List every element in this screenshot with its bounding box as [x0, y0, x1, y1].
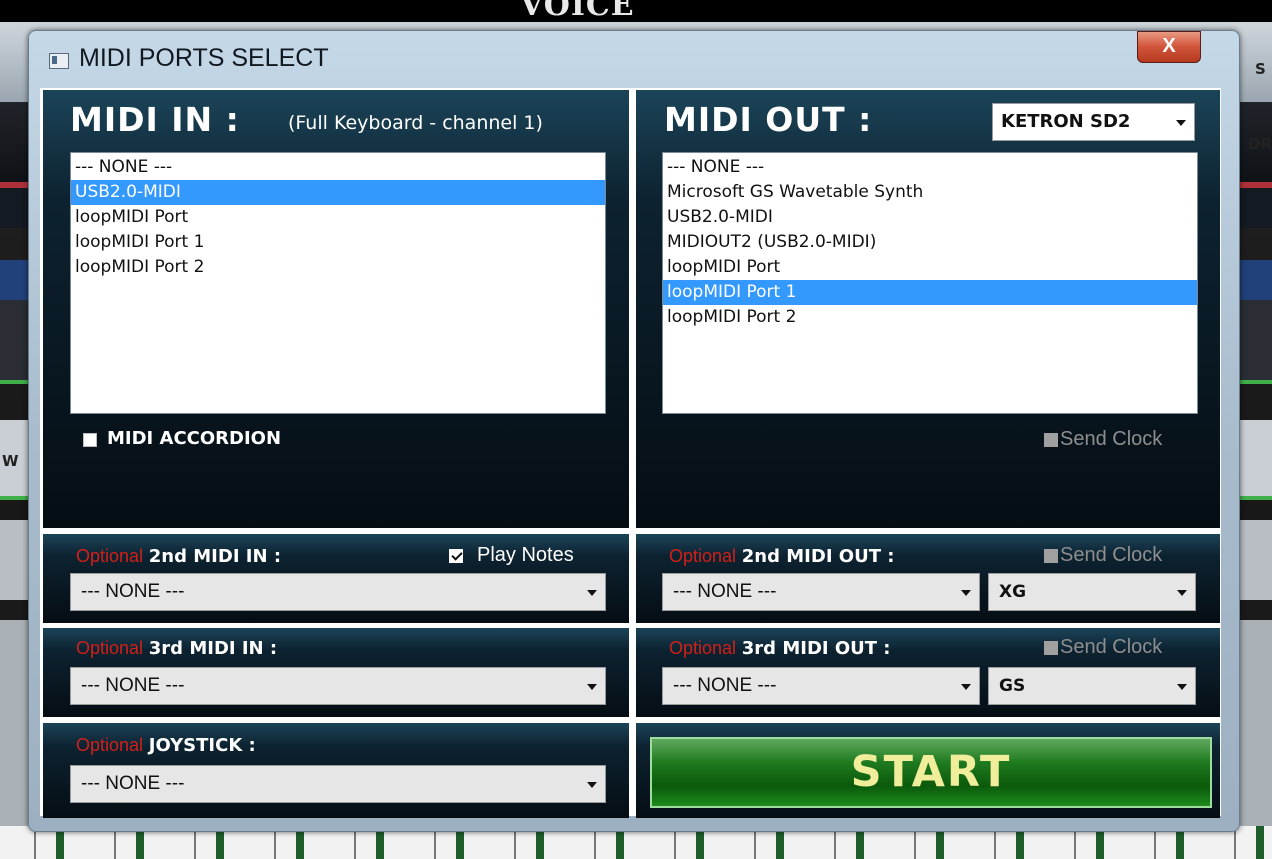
window-icon [49, 53, 69, 69]
midi-out-panel: MIDI OUT : --- NONE --- Microsoft GS Wav… [636, 90, 1220, 528]
midi-in-panel: MIDI IN : (Full Keyboard - channel 1) --… [43, 90, 629, 528]
joystick-select[interactable]: --- NONE --- [70, 765, 606, 803]
joystick-value: --- NONE --- [81, 773, 185, 794]
in3-port-value: --- NONE --- [81, 675, 185, 696]
background-titlebar: VOICE [0, 0, 1272, 23]
midi-accordion-checkbox[interactable] [83, 433, 97, 447]
send-clock-checkbox[interactable] [1044, 433, 1058, 447]
joystick-label: Optional JOYSTICK : [76, 735, 256, 756]
list-item[interactable]: Microsoft GS Wavetable Synth [663, 180, 1197, 205]
midi-accordion-label: MIDI ACCORDION [107, 428, 282, 449]
optional-label: Optional [76, 546, 144, 566]
list-item[interactable]: USB2.0-MIDI [663, 205, 1197, 230]
optional-label: Optional [669, 638, 737, 658]
list-item[interactable]: --- NONE --- [71, 155, 605, 180]
background-right-letter: DR [1248, 135, 1272, 153]
close-button[interactable]: X [1137, 31, 1201, 63]
joystick-label-text: JOYSTICK : [148, 735, 256, 756]
out3-panel: Optional 3rd MIDI OUT : Send Clock --- N… [636, 628, 1220, 717]
out2-port-select[interactable]: --- NONE --- [662, 573, 980, 611]
out2-port-value: --- NONE --- [673, 581, 777, 602]
in3-label-text: 3rd MIDI IN : [148, 638, 278, 659]
midi-out-device-select[interactable]: KETRON SD2 [992, 103, 1195, 141]
in2-panel: Optional 2nd MIDI IN : Play Notes --- NO… [43, 534, 629, 623]
out3-port-select[interactable]: --- NONE --- [662, 667, 980, 705]
chevron-down-icon [1177, 590, 1187, 596]
out3-mode-select[interactable]: GS [988, 667, 1196, 705]
out2-send-clock-label: Send Clock [1060, 544, 1163, 566]
out3-port-value: --- NONE --- [673, 675, 777, 696]
list-item[interactable]: --- NONE --- [663, 155, 1197, 180]
in3-panel: Optional 3rd MIDI IN : --- NONE --- [43, 628, 629, 717]
out3-send-clock-label: Send Clock [1060, 636, 1163, 658]
out2-mode-select[interactable]: XG [988, 573, 1196, 611]
chevron-down-icon [1177, 684, 1187, 690]
in3-label: Optional 3rd MIDI IN : [76, 638, 277, 659]
in2-label: Optional 2nd MIDI IN : [76, 546, 281, 567]
list-item[interactable]: MIDIOUT2 (USB2.0-MIDI) [663, 230, 1197, 255]
send-clock-label: Send Clock [1060, 428, 1163, 450]
chevron-down-icon [587, 590, 597, 596]
midi-out-port-list[interactable]: --- NONE --- Microsoft GS Wavetable Synt… [662, 152, 1198, 414]
out2-send-clock-checkbox[interactable] [1044, 549, 1058, 563]
midi-in-subheading: (Full Keyboard - channel 1) [288, 112, 543, 134]
out2-label-text: 2nd MIDI OUT : [741, 546, 895, 567]
in2-port-select[interactable]: --- NONE --- [70, 573, 606, 611]
start-button[interactable]: START [650, 737, 1212, 808]
background-left-letter: W [2, 452, 19, 470]
chevron-down-icon [961, 590, 971, 596]
play-notes-checkbox[interactable] [449, 549, 463, 563]
optional-label: Optional [669, 546, 737, 566]
dialog-title: MIDI PORTS SELECT [79, 44, 329, 72]
list-item[interactable]: USB2.0-MIDI [71, 180, 605, 205]
out2-mode-value: XG [999, 582, 1027, 602]
in2-label-text: 2nd MIDI IN : [148, 546, 282, 567]
out3-label-text: 3rd MIDI OUT : [741, 638, 891, 659]
list-item[interactable]: loopMIDI Port 2 [663, 305, 1197, 330]
midi-in-heading: MIDI IN : [70, 100, 240, 139]
list-item[interactable]: loopMIDI Port 1 [663, 280, 1197, 305]
out3-label: Optional 3rd MIDI OUT : [669, 638, 891, 659]
list-item[interactable]: loopMIDI Port 2 [71, 255, 605, 280]
background-right-letter: S [1255, 60, 1266, 78]
out3-mode-value: GS [999, 676, 1026, 696]
midi-out-heading: MIDI OUT : [664, 100, 873, 139]
in3-port-select[interactable]: --- NONE --- [70, 667, 606, 705]
out2-label: Optional 2nd MIDI OUT : [669, 546, 894, 567]
list-item[interactable]: loopMIDI Port [663, 255, 1197, 280]
close-icon: X [1162, 35, 1176, 57]
list-item[interactable]: loopMIDI Port 1 [71, 230, 605, 255]
joystick-panel: Optional JOYSTICK : --- NONE --- [43, 723, 629, 818]
device-select-value: KETRON SD2 [1001, 111, 1131, 132]
midi-in-port-list[interactable]: --- NONE --- USB2.0-MIDI loopMIDI Port l… [70, 152, 606, 414]
out2-panel: Optional 2nd MIDI OUT : Send Clock --- N… [636, 534, 1220, 623]
chevron-down-icon [1176, 120, 1186, 126]
chevron-down-icon [961, 684, 971, 690]
optional-label: Optional [76, 638, 144, 658]
chevron-down-icon [587, 782, 597, 788]
optional-label: Optional [76, 735, 144, 755]
chevron-down-icon [587, 684, 597, 690]
out3-send-clock-checkbox[interactable] [1044, 641, 1058, 655]
play-notes-label: Play Notes [477, 544, 574, 566]
background-title: VOICE [520, 0, 635, 23]
list-item[interactable]: loopMIDI Port [71, 205, 605, 230]
in2-port-value: --- NONE --- [81, 581, 185, 602]
